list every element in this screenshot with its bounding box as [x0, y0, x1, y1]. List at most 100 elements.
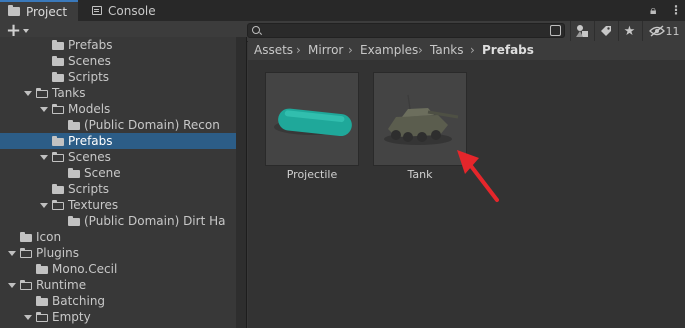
breadcrumb-item[interactable]: Assets [254, 41, 293, 60]
tree-item[interactable]: Prefabs [0, 37, 236, 53]
shapes-icon [575, 25, 588, 37]
tab-project-label: Project [26, 4, 68, 19]
tree-item-label: Plugins [36, 246, 79, 260]
expand-arrow-icon[interactable] [24, 91, 32, 96]
folder-icon [68, 168, 80, 178]
tree-item-label: Empty [52, 310, 91, 324]
tree-item[interactable]: Models [0, 101, 236, 117]
tree-item[interactable]: Mono.Cecil [0, 261, 236, 277]
tree-item-label: Scripts [68, 70, 110, 84]
folder-icon [68, 216, 80, 226]
annotation-arrow-icon [457, 150, 499, 202]
tree-item[interactable]: Scripts [0, 181, 236, 197]
tree-item[interactable]: (Public Domain) Recon [0, 117, 236, 133]
expand-arrow-icon[interactable] [40, 203, 48, 208]
folder-open-icon [20, 248, 32, 258]
tree-item-label: Runtime [36, 278, 87, 292]
tree-item-label: Batching [52, 294, 106, 308]
asset-tile-tank[interactable] [373, 72, 467, 166]
tab-console-label: Console [108, 3, 156, 18]
breadcrumb-item[interactable]: Prefabs [482, 41, 534, 60]
chevron-right-icon: › [418, 43, 423, 57]
tree-item-label: Prefabs [68, 134, 113, 148]
chevron-right-icon: › [348, 43, 353, 57]
folder-icon [20, 232, 32, 242]
tree-item-label: Scenes [68, 54, 111, 68]
asset-label-tank: Tank [407, 168, 433, 181]
filter-by-label-button[interactable] [594, 21, 616, 41]
star-icon: ★ [623, 23, 636, 39]
tree-item-label: (Public Domain) Dirt Ha [84, 214, 226, 228]
tree-item[interactable]: Empty [0, 309, 236, 325]
tree-item[interactable]: Plugins [0, 245, 236, 261]
folder-open-icon [52, 104, 64, 114]
lock-icon[interactable]: 🔒︎ [650, 3, 656, 18]
expand-arrow-icon[interactable] [8, 251, 16, 256]
folder-icon [52, 184, 64, 194]
folder-icon [8, 5, 20, 16]
project-tree[interactable]: Prefabs Scenes Scripts Tanks Models (Public D… [0, 37, 247, 328]
expand-arrow-icon[interactable] [8, 283, 16, 288]
tree-item-label: Models [68, 102, 111, 116]
folder-icon [52, 72, 64, 82]
tag-icon [600, 26, 611, 36]
tree-item[interactable]: Runtime [0, 277, 236, 293]
chevron-right-icon: › [470, 43, 475, 57]
breadcrumb: Assets › Mirror › Examples › Tanks › Prefabs [248, 41, 685, 61]
tree-item-label: Prefabs [68, 38, 113, 52]
tree-item[interactable]: (Public Domain) Dirt Ha [0, 213, 236, 229]
breadcrumb-item[interactable]: Mirror [308, 41, 343, 60]
folder-icon [52, 40, 64, 50]
folder-open-icon [36, 312, 48, 322]
favorites-button[interactable]: ★ [618, 21, 640, 41]
folder-icon [68, 120, 80, 130]
chevron-down-icon[interactable] [23, 29, 29, 33]
expand-arrow-icon[interactable] [40, 155, 48, 160]
tree-item[interactable]: Scene [0, 165, 236, 181]
tree-item-label: Scripts [68, 182, 110, 196]
projectile-thumbnail [274, 108, 352, 137]
console-icon [92, 6, 102, 15]
search-field[interactable] [247, 23, 565, 38]
tree-item-label: Mono.Cecil [52, 262, 118, 276]
search-by-type-icon[interactable] [550, 25, 561, 36]
tree-item[interactable]: Scenes [0, 149, 236, 165]
filter-by-type-button[interactable] [570, 21, 592, 41]
asset-label-projectile: Projectile [286, 168, 338, 181]
expand-arrow-icon[interactable] [40, 107, 48, 112]
hidden-packages-button[interactable]: 11 [642, 21, 685, 41]
chevron-right-icon: › [296, 43, 301, 57]
folder-icon [36, 264, 48, 274]
folder-icon [52, 56, 64, 66]
tree-item-label: Icon [36, 230, 62, 244]
search-input[interactable] [262, 24, 532, 37]
folder-open-icon [36, 88, 48, 98]
tree-item-label: Tanks [52, 86, 86, 100]
tree-item[interactable]: Batching [0, 293, 236, 309]
folder-icon [52, 136, 64, 146]
asset-tile-projectile[interactable] [265, 72, 359, 166]
tree-item-label: Scene [84, 166, 121, 180]
search-icon [252, 26, 260, 34]
breadcrumb-item[interactable]: Tanks [430, 41, 464, 60]
tree-item-label: Textures [68, 198, 119, 212]
tree-item[interactable]: Textures [0, 197, 236, 213]
tree-item[interactable]: Prefabs [0, 133, 236, 149]
tab-project[interactable]: Project [0, 0, 78, 21]
hidden-count: 11 [665, 24, 680, 38]
tree-item-label: (Public Domain) Recon [84, 118, 220, 132]
folder-open-icon [20, 280, 32, 290]
expand-arrow-icon[interactable] [24, 315, 32, 320]
tree-item[interactable]: Scripts [0, 69, 236, 85]
tab-bar: Project Console 🔒︎ ⋮ [0, 0, 685, 21]
breadcrumb-item[interactable]: Examples [360, 41, 418, 60]
folder-icon [36, 296, 48, 306]
tree-item[interactable]: Tanks [0, 85, 236, 101]
tab-console[interactable]: Console [90, 0, 156, 21]
more-vertical-icon[interactable]: ⋮ [670, 3, 682, 17]
tree-item[interactable]: Icon [0, 229, 236, 245]
tank-thumbnail [384, 94, 459, 145]
tree-scrollbar[interactable] [236, 37, 247, 328]
tree-item-label: Scenes [68, 150, 111, 164]
tree-item[interactable]: Scenes [0, 53, 236, 69]
